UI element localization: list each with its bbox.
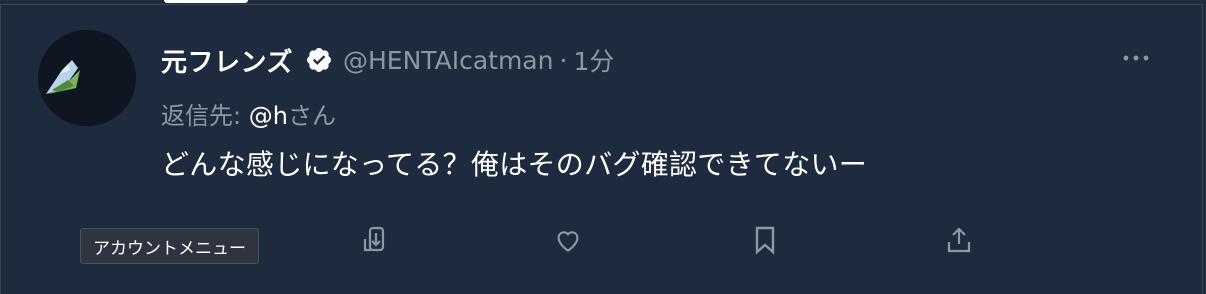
share-button[interactable]: [939, 220, 979, 260]
like-button[interactable]: [548, 220, 588, 260]
verified-badge-icon: [307, 48, 331, 72]
bookmark-icon: [755, 226, 775, 255]
retweet-icon: [363, 226, 385, 252]
like-icon: [557, 231, 579, 252]
bookmark-button[interactable]: [745, 220, 785, 260]
tweet-text: どんな感じになってる？俺はそのバグ確認できてないー: [161, 148, 868, 181]
reply-to-suffix: さん: [287, 102, 336, 130]
avatar[interactable]: [38, 30, 136, 126]
tweet-time[interactable]: 1分: [573, 42, 614, 78]
reply-to-label: 返信先:: [161, 102, 242, 130]
user-handle[interactable]: @HENTAIcatman: [343, 46, 554, 75]
tweet-header: 元フレンズ @HENTAIcatman · 1分: [161, 40, 614, 80]
retweet-button[interactable]: [355, 220, 395, 260]
share-icon: [947, 227, 971, 253]
reply-to-line: 返信先: @hさん: [161, 96, 336, 131]
separator-dot: ·: [559, 45, 568, 75]
account-menu-tooltip: アカウントメニュー: [80, 228, 259, 264]
reply-to-user[interactable]: @h: [249, 102, 288, 130]
tweet-page: 元フレンズ @HENTAIcatman · 1分 返信先: @hさん どんな感じ…: [0, 0, 1206, 294]
display-name[interactable]: 元フレンズ: [161, 42, 293, 79]
more-icon: [1123, 55, 1149, 61]
more-button[interactable]: [1118, 44, 1154, 72]
top-tab-indicator: [164, 0, 248, 3]
